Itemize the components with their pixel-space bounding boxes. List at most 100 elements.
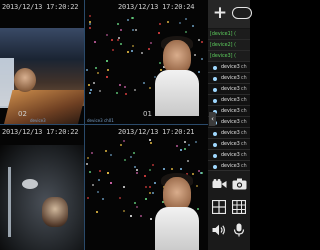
device-group-row[interactable]: [device3] ( (208, 51, 250, 62)
device-group-row[interactable]: [device1] ( (208, 29, 250, 40)
speaker-icon[interactable] (210, 221, 228, 239)
stage-light-dot (93, 81, 96, 84)
stage-light-dot (105, 150, 108, 153)
stage-light-dot (124, 85, 127, 88)
stage-light-dot (89, 89, 92, 92)
stage-light-dot (144, 186, 147, 189)
channel-device-name: device3 (221, 120, 240, 125)
stage-light-dot (187, 159, 190, 162)
pill-toggle-icon[interactable] (232, 7, 252, 19)
stage-light-dot (185, 18, 188, 21)
stage-light-dot (136, 169, 139, 172)
device-channel-row[interactable]: device3 ch (208, 95, 250, 106)
stage-light-dot (142, 82, 145, 85)
stage-light-dot (119, 28, 122, 31)
stage-light-dot (122, 185, 125, 188)
stage-light-dot (179, 149, 182, 152)
channel-suffix: ch (241, 131, 247, 136)
video-frame-singer (155, 173, 199, 250)
stage-light-dot (131, 28, 134, 31)
plus-icon[interactable]: + (211, 4, 229, 22)
channel-suffix: ch (241, 109, 247, 114)
timestamp: 2013/12/13 17:20:24 (118, 3, 195, 11)
stage-light-dot (106, 33, 109, 36)
stage-light-dot (87, 197, 90, 200)
video-camera-icon[interactable] (210, 175, 228, 193)
device-channel-row[interactable]: device3 ch (208, 73, 250, 84)
device-channel-row[interactable]: device3 ch (208, 62, 250, 73)
device-label: device3 ch01 (87, 118, 114, 123)
grid-9-icon[interactable] (230, 198, 248, 216)
channel-device-name: device3 (221, 153, 240, 158)
stage-light-dot (144, 175, 147, 178)
channel-suffix: ch (241, 65, 247, 70)
channel-status-icon (213, 88, 217, 92)
stage-light-dot (110, 38, 113, 41)
stage-light-dot (89, 26, 92, 29)
device-channel-row[interactable]: device3 ch (208, 84, 250, 95)
stage-light-dot (117, 38, 120, 41)
stage-light-dot (116, 91, 119, 94)
stage-light-dot (126, 18, 129, 21)
channel-status-icon (213, 165, 217, 169)
stage-light-dot (130, 215, 133, 218)
stage-light-dot (106, 69, 109, 72)
video-cell-3[interactable]: 2013/12/13 17:20:22 (0, 125, 84, 250)
stage-light-dot (97, 71, 100, 74)
chevron-left-icon[interactable]: ‹ (209, 112, 216, 126)
stage-light-dot (149, 41, 152, 44)
stage-light-dot (116, 22, 119, 25)
channel-status-icon (213, 99, 217, 103)
control-panel (208, 170, 250, 250)
microphone-icon[interactable] (230, 221, 248, 239)
device-channel-row[interactable]: device3 ch (208, 150, 250, 161)
channel-status-icon (213, 143, 217, 147)
stage-light-dot (158, 23, 161, 26)
stage-light-dot (148, 191, 151, 194)
video-frame-drummer (0, 145, 84, 250)
stage-light-dot (112, 49, 115, 52)
stage-light-dot (148, 87, 151, 90)
stage-light-dot (119, 43, 122, 46)
stage-light-dot (86, 157, 89, 160)
stage-light-dot (91, 152, 94, 155)
camera-icon[interactable] (230, 175, 248, 193)
stage-light-dot (195, 141, 198, 144)
video-cell-2[interactable]: 2013/12/13 17:20:24 01 device3 ch01 (85, 0, 208, 124)
stage-light-dot (124, 158, 127, 161)
stage-light-dot (86, 69, 89, 72)
video-grid: 2013/12/13 17:20:22 02 device3 2013/12/1… (0, 0, 208, 250)
video-frame-piano (0, 28, 84, 124)
device-channel-row[interactable]: device3 ch (208, 128, 250, 139)
stage-light-dot (191, 25, 194, 28)
stage-light-dot (118, 36, 121, 39)
stage-light-dot (132, 151, 135, 154)
device-channel-row[interactable]: device3 ch (208, 139, 250, 150)
stage-light-dot (134, 165, 137, 168)
stage-light-dot (122, 209, 125, 212)
stage-light-dot (134, 28, 137, 31)
stage-light-dot (149, 142, 152, 145)
stage-light-dot (176, 144, 179, 147)
stage-light-dot (140, 214, 143, 217)
stage-light-dot (134, 89, 137, 92)
grid-4-icon[interactable] (210, 198, 228, 216)
video-frame-singer (155, 36, 199, 116)
video-cell-1[interactable]: 2013/12/13 17:20:22 02 device3 (0, 0, 84, 124)
channel-label: 02 (18, 110, 27, 118)
stage-light-dot (184, 31, 187, 34)
stage-light-dot (125, 92, 128, 95)
stage-light-dot (98, 90, 101, 93)
stage-light-dot (88, 170, 91, 173)
stage-light-dot (171, 167, 174, 170)
stage-light-dot (109, 153, 112, 156)
video-cell-4[interactable]: 2013/12/13 17:20:21 (85, 125, 208, 250)
stage-light-dot (162, 167, 165, 170)
grid-divider-vertical (84, 0, 85, 250)
stage-light-dot (96, 210, 99, 213)
channel-status-icon (213, 77, 217, 81)
channel-device-name: device3 (221, 131, 240, 136)
device-group-row[interactable]: [device2] ( (208, 40, 250, 51)
stage-light-dot (89, 23, 92, 26)
stage-light-dot (106, 172, 109, 175)
